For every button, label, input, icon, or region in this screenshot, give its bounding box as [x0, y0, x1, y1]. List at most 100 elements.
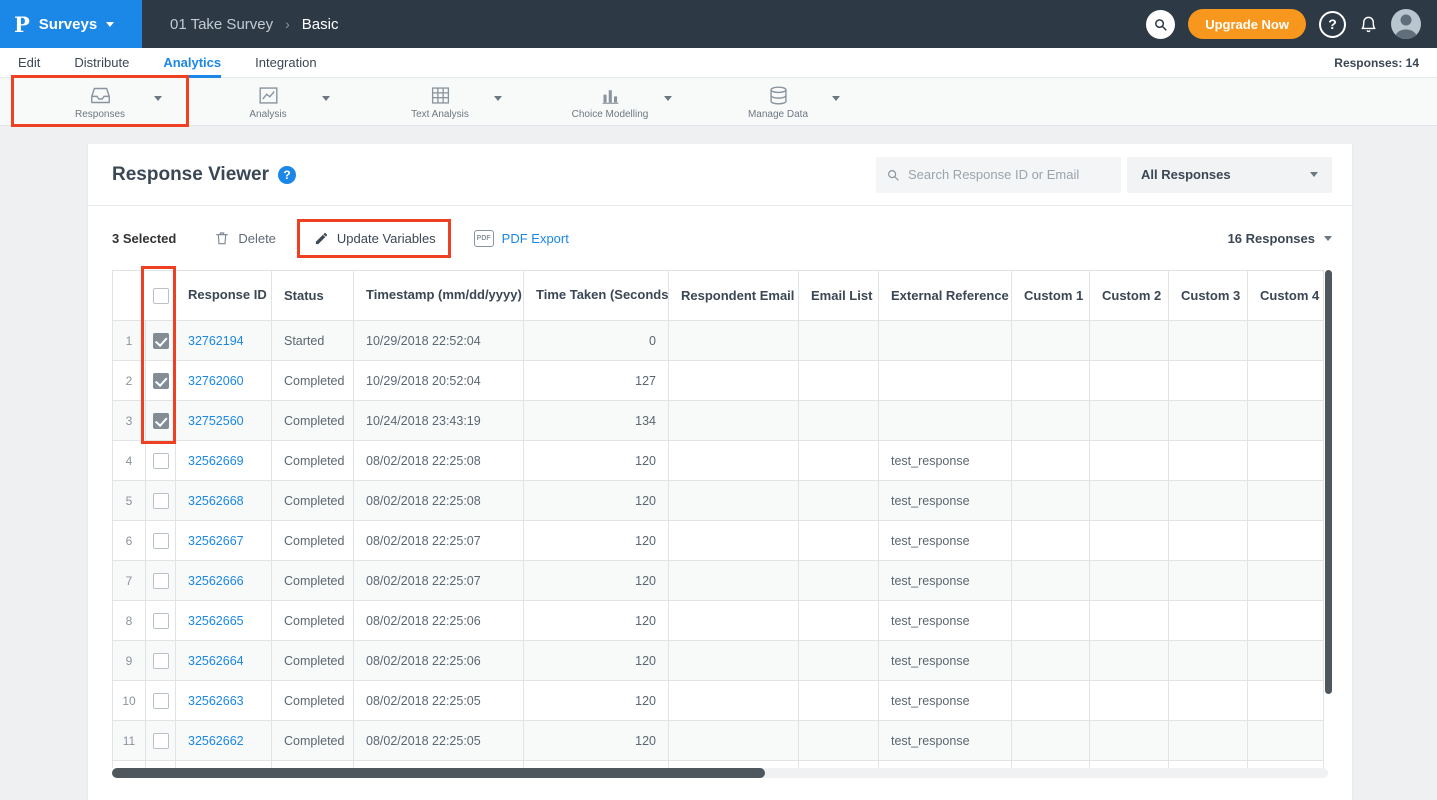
response-id-link[interactable]: 32762194 [188, 334, 244, 348]
response-search-input[interactable] [908, 167, 1111, 182]
email-list-cell [799, 521, 879, 561]
toolbar-label: Responses [75, 109, 125, 120]
row-checkbox[interactable] [153, 533, 169, 549]
response-id-link[interactable]: 32562664 [188, 654, 244, 668]
custom-1-cell [1012, 481, 1090, 521]
response-id-cell: 32562667 [176, 521, 272, 561]
time-taken-cell: 120 [524, 681, 669, 721]
responses-count-dropdown[interactable]: 16 Responses [1228, 231, 1332, 246]
select-all-checkbox[interactable] [153, 288, 169, 304]
external-reference-cell [879, 361, 1012, 401]
column-external-reference: External Reference [879, 271, 1012, 321]
column-time-taken[interactable]: Time Taken (Seconds) [524, 271, 669, 321]
notifications-bell-icon[interactable] [1359, 15, 1378, 34]
custom-2-cell [1090, 681, 1169, 721]
search-icon[interactable] [1146, 10, 1175, 39]
row-checkbox[interactable] [153, 653, 169, 669]
response-id-link[interactable]: 32562663 [188, 694, 244, 708]
custom-3-cell [1169, 521, 1248, 561]
respondent-email-cell [669, 521, 799, 561]
external-reference-cell: test_response [879, 521, 1012, 561]
row-number: 3 [113, 401, 146, 441]
toolbar-item-analysis[interactable]: Analysis [182, 78, 354, 126]
response-id-link[interactable]: 32752560 [188, 414, 244, 428]
custom-1-cell [1012, 761, 1090, 769]
response-id-link[interactable]: 32562669 [188, 454, 244, 468]
user-avatar[interactable] [1391, 9, 1421, 39]
column-response-id[interactable]: Response ID [176, 271, 272, 321]
row-checkbox[interactable] [153, 333, 169, 349]
column-label: Custom 3 [1181, 288, 1240, 303]
tab-integration[interactable]: Integration [255, 48, 316, 78]
row-number: 1 [113, 321, 146, 361]
timestamp-cell: 08/02/2018 22:25:06 [354, 641, 524, 681]
row-checkbox-cell [146, 481, 176, 521]
column-email-list: Email List [799, 271, 879, 321]
toolbar-item-choice-modelling[interactable]: Choice Modelling [524, 78, 696, 126]
row-checkbox[interactable] [153, 733, 169, 749]
tab-edit[interactable]: Edit [18, 48, 40, 78]
respondent-email-cell [669, 721, 799, 761]
select-all-header-cell [113, 271, 176, 321]
chevron-down-icon[interactable] [494, 96, 502, 101]
table-row: 4 32562669 Completed 08/02/2018 22:25:08… [113, 441, 1324, 481]
response-filter-dropdown[interactable]: All Responses [1127, 157, 1332, 193]
response-filter-value: All Responses [1141, 167, 1231, 182]
update-variables-button[interactable]: Update Variables [314, 231, 436, 246]
tab-analytics[interactable]: Analytics [163, 48, 221, 78]
custom-2-cell [1090, 641, 1169, 681]
custom-4-cell [1248, 721, 1324, 761]
row-checkbox[interactable] [153, 613, 169, 629]
column-label: Time Taken (Seconds) [536, 287, 669, 302]
external-reference-cell: test_response [879, 721, 1012, 761]
custom-4-cell [1248, 401, 1324, 441]
upgrade-now-button[interactable]: Upgrade Now [1188, 9, 1306, 39]
row-checkbox[interactable] [153, 453, 169, 469]
chevron-down-icon[interactable] [664, 96, 672, 101]
response-id-link[interactable]: 32762060 [188, 374, 244, 388]
time-taken-cell: 120 [524, 601, 669, 641]
pdf-export-button[interactable]: PDF PDF Export [474, 230, 569, 247]
status-cell: Completed [272, 641, 354, 681]
search-icon [886, 168, 900, 182]
chevron-down-icon[interactable] [322, 96, 330, 101]
row-checkbox[interactable] [153, 493, 169, 509]
breadcrumb: 01 Take Survey › Basic [170, 16, 338, 33]
row-checkbox[interactable] [153, 413, 169, 429]
chevron-down-icon[interactable] [154, 96, 162, 101]
custom-3-cell [1169, 721, 1248, 761]
custom-4-cell [1248, 361, 1324, 401]
title-help-icon[interactable]: ? [278, 166, 296, 184]
toolbar-item-manage-data[interactable]: Manage Data [692, 78, 864, 126]
status-cell: Completed [272, 521, 354, 561]
toolbar-item-text-analysis[interactable]: Text Analysis [354, 78, 526, 126]
custom-3-cell [1169, 641, 1248, 681]
help-icon[interactable]: ? [1319, 11, 1346, 38]
timestamp-cell: 10/24/2018 23:43:19 [354, 401, 524, 441]
toolbar-label: Text Analysis [411, 109, 469, 120]
surveys-product-menu[interactable]: P Surveys [0, 0, 142, 48]
toolbar-item-responses[interactable]: Responses [14, 78, 186, 126]
column-timestamp[interactable]: Timestamp (mm/dd/yyyy) [354, 271, 524, 321]
vertical-scrollbar-thumb[interactable] [1325, 270, 1332, 694]
response-id-link[interactable]: 32562668 [188, 494, 244, 508]
row-checkbox-cell [146, 361, 176, 401]
timestamp-cell: 08/02/2018 22:25:07 [354, 561, 524, 601]
response-id-link[interactable]: 32562662 [188, 734, 244, 748]
breadcrumb-survey-name[interactable]: 01 Take Survey [170, 16, 273, 33]
row-checkbox[interactable] [153, 573, 169, 589]
column-label: Respondent Email [681, 288, 794, 303]
tab-distribute[interactable]: Distribute [74, 48, 129, 78]
response-id-link[interactable]: 32562666 [188, 574, 244, 588]
response-id-link[interactable]: 32562665 [188, 614, 244, 628]
row-checkbox[interactable] [153, 693, 169, 709]
time-taken-cell: 120 [524, 481, 669, 521]
delete-button[interactable]: Delete [214, 230, 276, 246]
horizontal-scrollbar-thumb[interactable] [112, 768, 765, 778]
time-taken-cell: 120 [524, 761, 669, 769]
row-checkbox[interactable] [153, 373, 169, 389]
chevron-down-icon[interactable] [832, 96, 840, 101]
row-checkbox-cell [146, 561, 176, 601]
response-id-link[interactable]: 32562667 [188, 534, 244, 548]
update-variables-label: Update Variables [337, 231, 436, 246]
